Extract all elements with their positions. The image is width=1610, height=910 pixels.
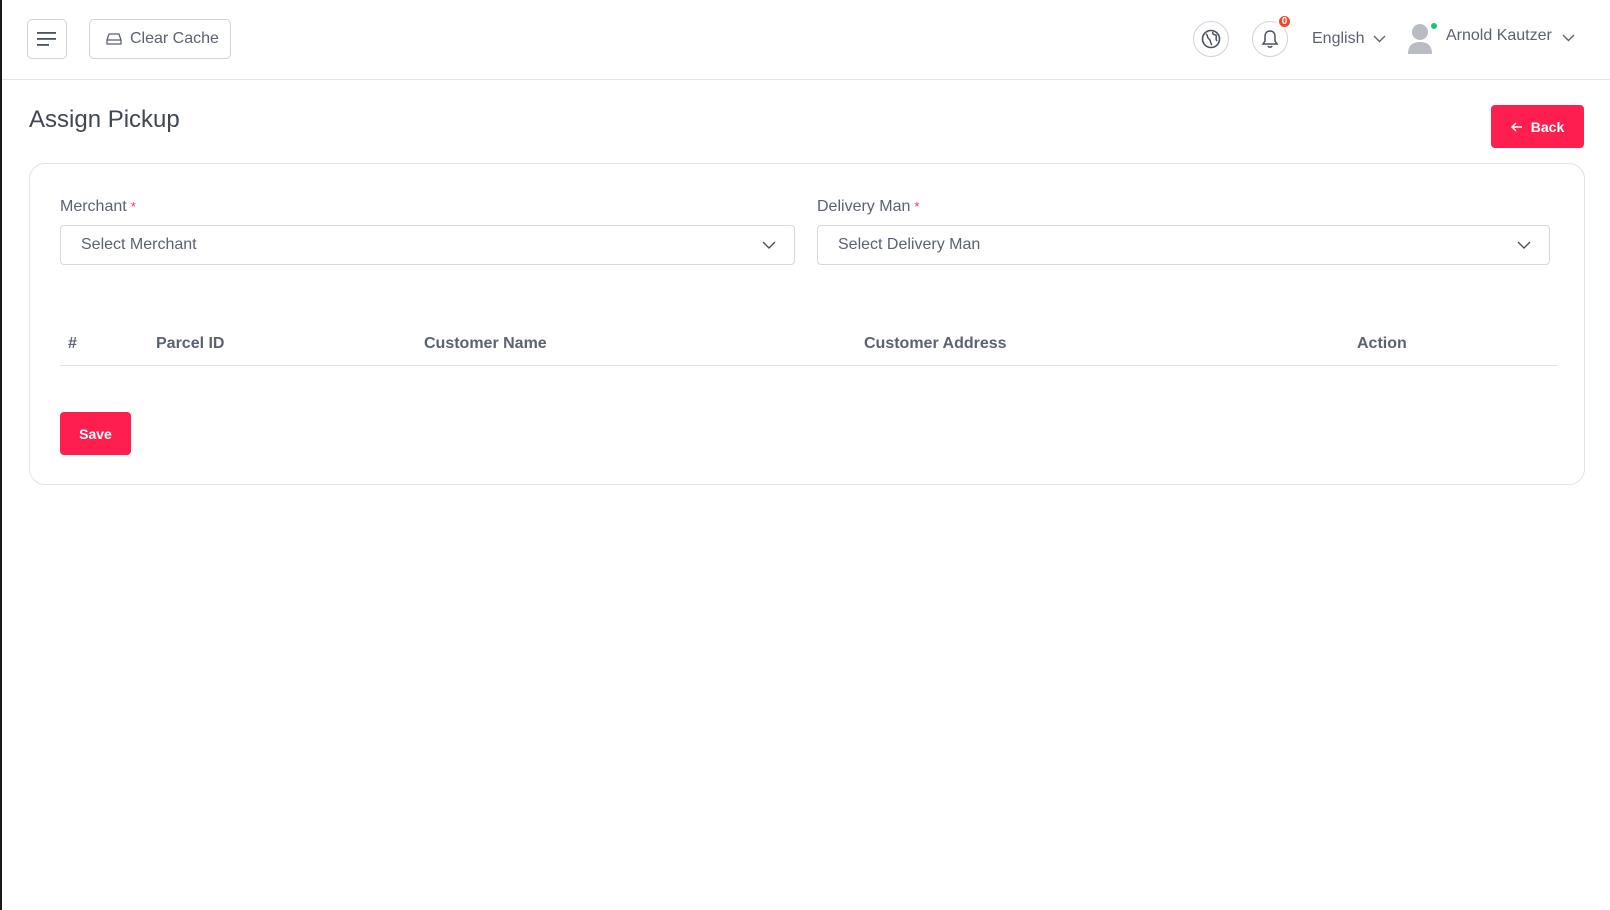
assign-pickup-card: Merchant * Select Merchant Delivery Man * … — [29, 163, 1585, 485]
chevron-down-icon — [762, 241, 776, 249]
merchant-label: Merchant * — [60, 198, 136, 215]
delivery-man-label: Delivery Man * — [817, 198, 920, 215]
notification-count-badge: 0 — [1277, 14, 1292, 29]
sidebar-toggle-button[interactable] — [27, 19, 67, 59]
page-title: Assign Pickup — [29, 106, 180, 133]
required-mark: * — [130, 199, 136, 214]
user-name: Arnold Kautzer — [1446, 27, 1552, 44]
language-dropdown[interactable]: English — [1312, 28, 1386, 50]
delivery-man-select[interactable]: Select Delivery Man — [817, 225, 1550, 265]
chevron-down-icon — [1562, 34, 1575, 42]
chevron-down-icon — [1373, 35, 1386, 43]
required-mark: * — [914, 199, 920, 214]
back-label: Back — [1530, 118, 1565, 135]
language-label: English — [1312, 30, 1365, 47]
column-header-action: Action — [1357, 335, 1407, 352]
clear-cache-label: Clear Cache — [130, 30, 219, 47]
back-button[interactable]: Back — [1491, 105, 1584, 148]
online-status-dot — [1430, 22, 1438, 30]
bell-icon — [1261, 30, 1279, 48]
column-header-customer-address: Customer Address — [864, 335, 1007, 352]
top-navbar: Clear Cache 0 English Arnold Kautzer — [2, 0, 1610, 80]
column-header-index: # — [68, 335, 77, 352]
clear-cache-button[interactable]: Clear Cache — [89, 19, 231, 59]
user-menu[interactable]: Arnold Kautzer — [1406, 22, 1575, 54]
arrow-left-icon — [1510, 121, 1522, 132]
delivery-man-placeholder: Select Delivery Man — [838, 236, 981, 253]
column-header-parcel-id: Parcel ID — [156, 335, 225, 352]
drive-icon — [106, 33, 122, 45]
chevron-down-icon — [1517, 241, 1531, 249]
globe-icon — [1201, 29, 1221, 49]
parcel-table-header: # Parcel ID Customer Name Customer Addre… — [60, 332, 1557, 366]
app-frame: Clear Cache 0 English Arnold Kautzer Ass… — [0, 0, 1610, 910]
website-link-button[interactable] — [1193, 21, 1229, 57]
merchant-select[interactable]: Select Merchant — [60, 225, 795, 265]
merchant-placeholder: Select Merchant — [81, 236, 197, 253]
save-button[interactable]: Save — [60, 412, 131, 455]
hamburger-icon — [37, 32, 56, 46]
avatar — [1406, 22, 1438, 54]
column-header-customer-name: Customer Name — [424, 335, 547, 352]
